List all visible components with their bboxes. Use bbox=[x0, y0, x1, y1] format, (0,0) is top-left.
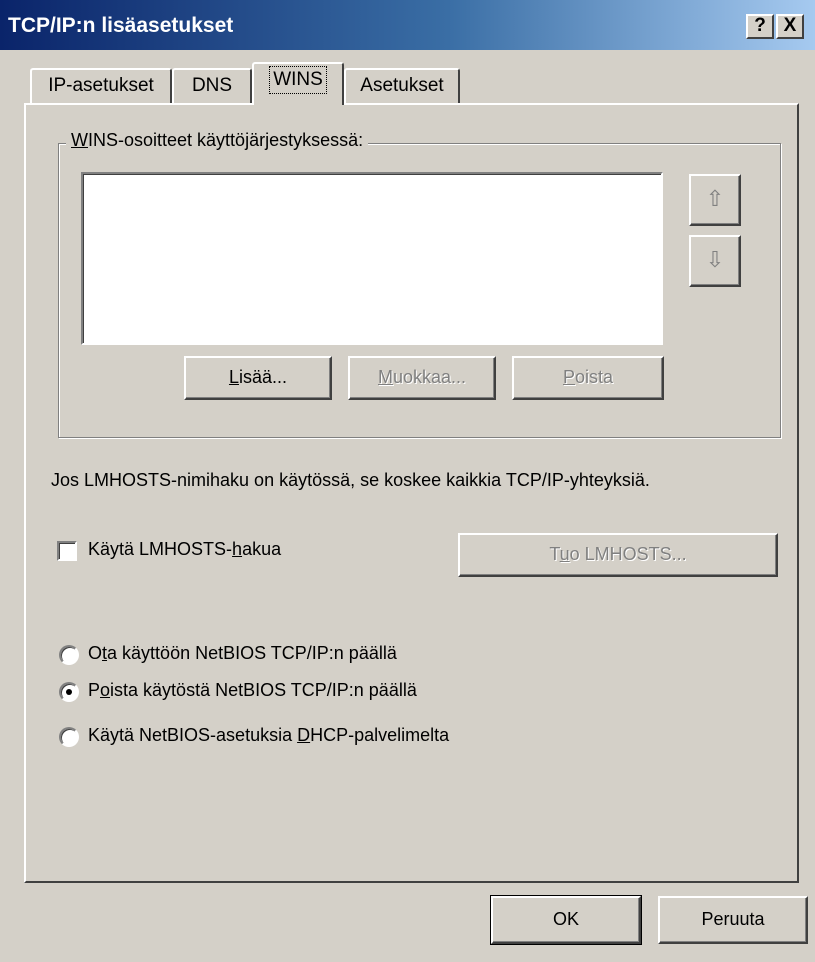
close-button[interactable]: X bbox=[776, 14, 804, 39]
tab-settings[interactable]: Asetukset bbox=[344, 68, 460, 104]
edit-button[interactable]: Muokkaa... bbox=[348, 356, 496, 400]
tab-ip-settings[interactable]: IP-asetukset bbox=[30, 68, 172, 104]
move-down-button[interactable]: ⇩ bbox=[689, 235, 741, 287]
add-button[interactable]: Lisää... bbox=[184, 356, 332, 400]
import-lmhosts-button[interactable]: Tuo LMHOSTS... bbox=[458, 533, 778, 577]
netbios-enable-label[interactable]: Ota käyttöön NetBIOS TCP/IP:n päällä bbox=[88, 643, 397, 664]
remove-button[interactable]: Poista bbox=[512, 356, 664, 400]
ok-button[interactable]: OK bbox=[490, 895, 642, 945]
tab-label: Asetukset bbox=[360, 75, 444, 96]
netbios-dhcp-label[interactable]: Käytä NetBIOS-asetuksia DHCP-palvelimelt… bbox=[88, 725, 449, 746]
down-arrow-icon: ⇩ bbox=[705, 247, 725, 272]
help-button[interactable]: ? bbox=[746, 14, 774, 39]
netbios-disable-label[interactable]: Poista käytöstä NetBIOS TCP/IP:n päällä bbox=[88, 680, 417, 701]
lmhosts-checkbox[interactable] bbox=[57, 541, 77, 561]
lmhosts-info-text: Jos LMHOSTS-nimihaku on käytössä, se kos… bbox=[51, 470, 650, 490]
tab-label: DNS bbox=[191, 75, 233, 96]
netbios-disable-radio[interactable] bbox=[59, 682, 79, 702]
tab-wins[interactable]: WINS bbox=[252, 62, 344, 105]
radio-selected-dot bbox=[66, 689, 72, 695]
move-up-button[interactable]: ⇧ bbox=[689, 174, 741, 226]
wins-address-list[interactable] bbox=[81, 172, 663, 345]
cancel-button[interactable]: Peruuta bbox=[658, 896, 808, 944]
up-arrow-icon: ⇧ bbox=[705, 186, 725, 211]
lmhosts-checkbox-label[interactable]: Käytä LMHOSTS-hakua bbox=[88, 539, 281, 560]
tab-dns[interactable]: DNS bbox=[172, 68, 252, 104]
wins-address-group-label: WINS-osoitteet käyttöjärjestyksessä: bbox=[66, 130, 369, 151]
tab-label: IP-asetukset bbox=[48, 75, 154, 96]
window-title: TCP/IP:n lisäasetukset bbox=[8, 14, 234, 37]
netbios-enable-radio[interactable] bbox=[59, 645, 79, 665]
tab-label: WINS bbox=[269, 66, 327, 94]
netbios-dhcp-radio[interactable] bbox=[59, 727, 79, 747]
